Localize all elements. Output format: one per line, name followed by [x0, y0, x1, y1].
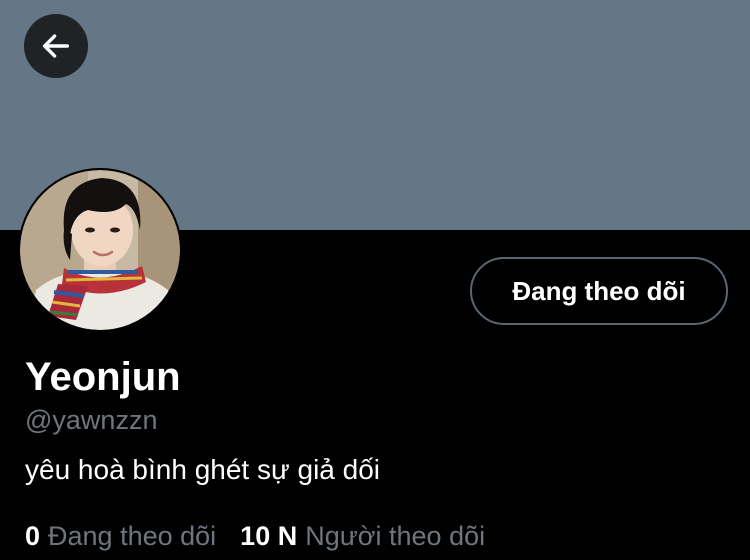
following-count: 0	[25, 521, 41, 551]
followers-stat-link[interactable]: 10 N Người theo dõi	[240, 521, 485, 552]
display-name: Yeonjun	[25, 355, 181, 399]
followers-count: 10 N	[240, 521, 298, 551]
profile-bio: yêu hoà bình ghét sự giả dối	[25, 454, 381, 485]
back-button[interactable]	[24, 14, 88, 78]
arrow-left-icon	[42, 34, 70, 58]
profile-stats: 0 Đang theo dõi 10 N Người theo dõi	[25, 521, 485, 557]
followers-label: Người theo dõi	[305, 521, 486, 551]
username-handle: @yawnzzn	[25, 405, 158, 435]
profile-page: Đang theo dõi Yeonjun @yawnzzn yêu hoà b…	[0, 0, 750, 560]
following-stat-link[interactable]: 0 Đang theo dõi	[25, 521, 216, 552]
following-button[interactable]: Đang theo dõi	[470, 257, 728, 325]
following-label: Đang theo dõi	[48, 521, 217, 551]
avatar[interactable]	[18, 168, 182, 332]
